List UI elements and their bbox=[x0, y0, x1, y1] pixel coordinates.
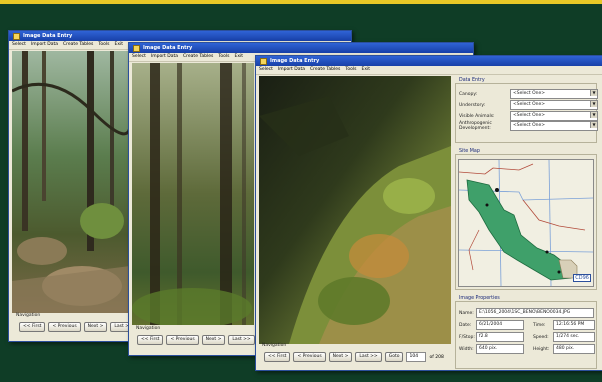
last-button[interactable]: Last >> bbox=[228, 335, 255, 345]
menu-item-tools[interactable]: Tools bbox=[218, 53, 229, 61]
fstop-field[interactable]: f2.8 bbox=[476, 332, 524, 342]
site-map-title: Site Map bbox=[458, 149, 481, 154]
menu-item-select[interactable]: Select bbox=[132, 53, 146, 61]
last-button[interactable]: Last >> bbox=[355, 352, 382, 362]
canopy-value: <Select One> bbox=[513, 91, 546, 96]
app-icon bbox=[13, 32, 20, 40]
next-button[interactable]: Next > bbox=[328, 352, 353, 362]
app-icon bbox=[133, 44, 140, 52]
first-button[interactable]: << First bbox=[264, 352, 291, 362]
canopy-row: Canopy: <Select One> ▼ bbox=[459, 89, 598, 99]
image-properties-title: Image Properties bbox=[458, 296, 501, 301]
navigation-label: Navigation bbox=[16, 313, 41, 318]
understory-row: Understory: <Select One> ▼ bbox=[459, 100, 598, 110]
menu-bar: Select Import Data Create Tables Tools E… bbox=[256, 66, 602, 75]
fstop-speed-row: F/Stop: f2.8 Speed: 1/274 sec. bbox=[459, 332, 595, 342]
next-button[interactable]: Next > bbox=[201, 335, 226, 345]
first-button[interactable]: << First bbox=[137, 335, 164, 345]
time-field[interactable]: 12:16:56 PM bbox=[553, 320, 595, 330]
date-time-row: Date: 6/21/2004 Time: 12:16:56 PM bbox=[459, 320, 595, 330]
canopy-select[interactable]: <Select One> ▼ bbox=[510, 89, 598, 99]
date-label: Date: bbox=[459, 322, 472, 328]
menu-item-exit[interactable]: Exit bbox=[114, 41, 123, 49]
understory-select[interactable]: <Select One> ▼ bbox=[510, 100, 598, 110]
menu-item-create-tables[interactable]: Create Tables bbox=[310, 66, 340, 74]
anthropogenic-value: <Select One> bbox=[513, 123, 546, 128]
navigation-label: Navigation bbox=[136, 326, 161, 331]
navigation-buttons: << First < Previous Next > Last >> Goto … bbox=[264, 352, 444, 362]
navigation-buttons: << First < Previous Next > Last >> bbox=[19, 322, 137, 332]
first-button[interactable]: << First bbox=[19, 322, 46, 332]
navigation-buttons: << First < Previous Next > Last >> bbox=[137, 335, 255, 345]
record-count-label: of 208 bbox=[429, 354, 444, 360]
width-field[interactable]: 640 pix. bbox=[476, 344, 524, 354]
window-titlebar[interactable]: Image Data Entry bbox=[256, 56, 602, 66]
height-field[interactable]: 480 pix. bbox=[553, 344, 595, 354]
chevron-down-icon[interactable]: ▼ bbox=[590, 90, 597, 96]
image-data-entry-window-front: Image Data Entry Select Import Data Crea… bbox=[255, 55, 602, 371]
window-title: Image Data Entry bbox=[270, 58, 320, 64]
app-icon bbox=[260, 57, 267, 65]
understory-value: <Select One> bbox=[513, 102, 546, 107]
menu-item-exit[interactable]: Exit bbox=[361, 66, 370, 74]
name-field[interactable]: E:\1056_2004\1SC_BENO\BENO0034.JPG bbox=[476, 308, 594, 318]
navigation-label: Navigation bbox=[262, 343, 287, 348]
anthropogenic-select[interactable]: <Select One> ▼ bbox=[510, 121, 598, 131]
name-label: Name: bbox=[459, 310, 474, 316]
visible-animals-label: Visible Animals: bbox=[459, 113, 495, 119]
chevron-down-icon[interactable]: ▼ bbox=[590, 112, 597, 118]
previous-button[interactable]: < Previous bbox=[293, 352, 326, 362]
window-titlebar[interactable]: Image Data Entry bbox=[9, 31, 351, 41]
menu-item-import-data[interactable]: Import Data bbox=[151, 53, 178, 61]
anthropogenic-row: Anthropogenic Development: <Select One> ▼ bbox=[459, 121, 598, 131]
menu-item-create-tables[interactable]: Create Tables bbox=[63, 41, 93, 49]
previous-button[interactable]: < Previous bbox=[166, 335, 199, 345]
width-label: Width: bbox=[459, 346, 474, 352]
fstop-label: F/Stop: bbox=[459, 334, 475, 340]
anthropogenic-label: Anthropogenic Development: bbox=[459, 121, 492, 131]
height-label: Height: bbox=[533, 346, 550, 352]
visible-animals-row: Visible Animals: <Select One> ▼ bbox=[459, 111, 598, 121]
window-title: Image Data Entry bbox=[143, 45, 193, 51]
menu-item-select[interactable]: Select bbox=[259, 66, 273, 74]
menu-item-tools[interactable]: Tools bbox=[98, 41, 109, 49]
previous-button[interactable]: < Previous bbox=[48, 322, 81, 332]
site-map-code-badge: CD96 bbox=[573, 274, 591, 282]
chevron-down-icon[interactable]: ▼ bbox=[590, 101, 597, 107]
visible-animals-select[interactable]: <Select One> ▼ bbox=[510, 111, 598, 121]
data-entry-title: Data Entry bbox=[458, 78, 486, 83]
next-button[interactable]: Next > bbox=[83, 322, 108, 332]
canopy-label: Canopy: bbox=[459, 91, 478, 97]
menu-item-import-data[interactable]: Import Data bbox=[31, 41, 58, 49]
forest-photo bbox=[259, 76, 451, 344]
time-label: Time: bbox=[533, 322, 546, 328]
speed-label: Speed: bbox=[533, 334, 549, 340]
visible-animals-value: <Select One> bbox=[513, 113, 546, 118]
name-row: Name: E:\1056_2004\1SC_BENO\BENO0034.JPG bbox=[459, 308, 594, 318]
understory-label: Understory: bbox=[459, 102, 486, 108]
menu-item-import-data[interactable]: Import Data bbox=[278, 66, 305, 74]
site-map[interactable]: CD96 bbox=[458, 159, 594, 287]
menu-item-tools[interactable]: Tools bbox=[345, 66, 356, 74]
date-field[interactable]: 6/21/2004 bbox=[476, 320, 524, 330]
speed-field[interactable]: 1/274 sec. bbox=[553, 332, 595, 342]
record-number-input[interactable]: 104 bbox=[406, 352, 427, 362]
window-title: Image Data Entry bbox=[23, 33, 73, 39]
window-titlebar[interactable]: Image Data Entry bbox=[129, 43, 473, 53]
menu-item-create-tables[interactable]: Create Tables bbox=[183, 53, 213, 61]
accent-strip bbox=[0, 0, 602, 4]
width-height-row: Width: 640 pix. Height: 480 pix. bbox=[459, 344, 595, 354]
menu-item-exit[interactable]: Exit bbox=[234, 53, 243, 61]
forest-photo bbox=[132, 63, 254, 325]
goto-button[interactable]: Goto bbox=[384, 352, 404, 362]
menu-item-select[interactable]: Select bbox=[12, 41, 26, 49]
forest-photo bbox=[12, 51, 130, 313]
chevron-down-icon[interactable]: ▼ bbox=[590, 122, 597, 128]
